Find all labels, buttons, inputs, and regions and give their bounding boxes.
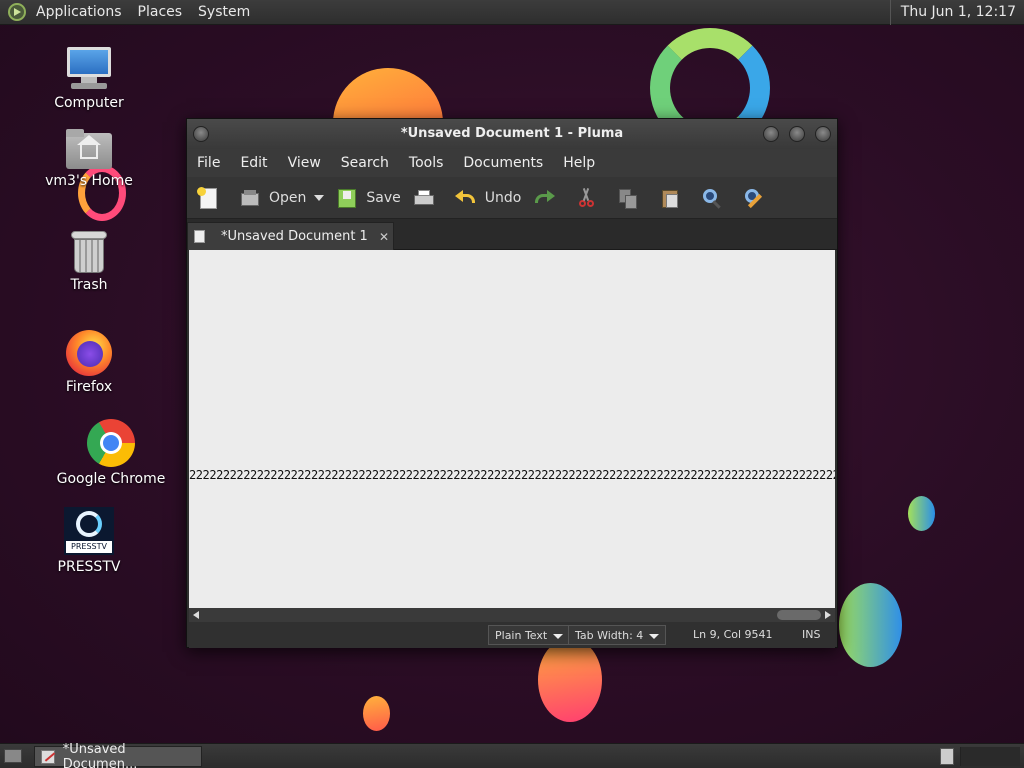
pluma-window: *Unsaved Document 1 - Pluma File Edit Vi… xyxy=(186,118,838,648)
scroll-right-icon[interactable] xyxy=(825,611,831,619)
tab-width-selector[interactable]: Tab Width: 4 xyxy=(568,625,667,645)
menu-documents[interactable]: Documents xyxy=(453,155,553,171)
desktop-icon-label: Computer xyxy=(54,95,124,111)
text-editor-icon xyxy=(41,749,56,764)
redo-button xyxy=(533,187,563,209)
find-replace-icon xyxy=(743,187,765,209)
decor-small-blob xyxy=(908,496,935,531)
home-folder-icon xyxy=(66,129,112,169)
desktop-icon-chrome[interactable]: Google Chrome xyxy=(56,419,166,487)
text-editor[interactable]: 2222222222222222222222222222222222222222… xyxy=(189,250,835,608)
desktop-icon-home[interactable]: vm3's Home xyxy=(34,129,144,189)
window-titlebar[interactable]: *Unsaved Document 1 - Pluma xyxy=(187,119,837,149)
desktop-icon-firefox[interactable]: Firefox xyxy=(34,327,144,395)
maximize-button[interactable] xyxy=(789,126,805,142)
desktop-icon-label: PRESSTV xyxy=(57,559,121,575)
open-label: Open xyxy=(269,189,307,206)
firefox-icon xyxy=(65,327,113,376)
statusbar: Plain Text Tab Width: 4 Ln 9, Col 9541 I… xyxy=(189,622,835,648)
tab-close-icon[interactable]: ✕ xyxy=(379,230,389,244)
find-button[interactable] xyxy=(701,187,731,209)
menubar: File Edit View Search Tools Documents He… xyxy=(187,149,837,177)
panel-clock[interactable]: Thu Jun 1, 12:17 xyxy=(889,0,1020,25)
presstv-icon: PRESSTV xyxy=(64,507,114,555)
window-title: *Unsaved Document 1 - Pluma xyxy=(400,126,624,141)
open-recent-dropdown[interactable] xyxy=(314,194,325,201)
decor-pink-blob xyxy=(538,638,602,722)
undo-button[interactable]: Undo xyxy=(454,187,522,209)
cut-button xyxy=(575,187,605,209)
menu-places[interactable]: Places xyxy=(130,0,191,25)
printer-icon xyxy=(413,187,435,209)
editor-text-line: 2222222222222222222222222222222222222222… xyxy=(189,468,835,482)
copy-icon xyxy=(617,187,639,209)
menu-tools[interactable]: Tools xyxy=(399,155,454,171)
horizontal-scrollbar[interactable] xyxy=(189,608,835,622)
save-label: Save xyxy=(366,189,401,206)
menu-view[interactable]: View xyxy=(278,155,331,171)
search-icon xyxy=(701,187,723,209)
paste-clipboard-icon xyxy=(659,187,681,209)
menu-edit[interactable]: Edit xyxy=(230,155,277,171)
undo-label: Undo xyxy=(484,189,522,206)
insert-mode: INS xyxy=(802,628,821,641)
trash-icon xyxy=(70,229,108,273)
chevron-down-icon xyxy=(314,194,325,201)
minimize-button[interactable] xyxy=(763,126,779,142)
menu-file[interactable]: File xyxy=(187,155,230,171)
computer-icon xyxy=(65,45,113,91)
workspace-switcher[interactable] xyxy=(940,748,954,765)
redo-arrow-icon xyxy=(533,187,556,209)
new-button[interactable] xyxy=(197,186,227,209)
save-button[interactable]: Save xyxy=(336,187,401,209)
save-icon xyxy=(336,187,358,209)
document-tabbar: *Unsaved Document 1 ✕ xyxy=(187,219,837,250)
desktop-icon-trash[interactable]: Trash xyxy=(34,229,144,293)
menu-search[interactable]: Search xyxy=(331,155,399,171)
menu-applications[interactable]: Applications xyxy=(28,0,130,25)
desktop-icon-label: Firefox xyxy=(65,379,113,395)
bottom-panel: *Unsaved Documen... xyxy=(0,742,1024,768)
taskbar-item-pluma[interactable]: *Unsaved Documen... xyxy=(34,742,202,768)
open-icon xyxy=(239,187,261,209)
chrome-icon xyxy=(87,419,135,467)
desktop-icon-label: Google Chrome xyxy=(56,471,166,487)
find-replace-button[interactable] xyxy=(743,187,773,209)
open-button[interactable]: Open xyxy=(239,187,306,209)
tab-label: *Unsaved Document 1 xyxy=(221,229,368,244)
mate-logo-icon[interactable] xyxy=(8,3,26,21)
taskbar-item-label: *Unsaved Documen... xyxy=(62,741,138,768)
copy-button xyxy=(617,187,647,209)
menu-system[interactable]: System xyxy=(190,0,258,25)
close-button[interactable] xyxy=(815,126,831,142)
language-label: Plain Text xyxy=(495,629,548,642)
menu-help[interactable]: Help xyxy=(553,155,605,171)
undo-arrow-icon xyxy=(454,187,477,209)
decor-green-blue-blob xyxy=(839,583,902,667)
decor-tiny-blob xyxy=(363,696,390,731)
toolbar: Open Save Undo xyxy=(187,177,837,219)
paste-button[interactable] xyxy=(659,187,689,209)
show-desktop-icon[interactable] xyxy=(4,749,22,763)
desktop-icon-presstv[interactable]: PRESSTV PRESSTV xyxy=(34,507,144,575)
scrollbar-thumb[interactable] xyxy=(777,610,821,620)
new-document-icon xyxy=(197,186,219,209)
desktop-icon-computer[interactable]: Computer xyxy=(34,45,144,111)
tab-width-label: Tab Width: 4 xyxy=(575,629,644,642)
tab-unsaved-document-1[interactable]: *Unsaved Document 1 ✕ xyxy=(187,222,394,250)
workspace-switcher-2[interactable] xyxy=(960,747,1020,766)
presstv-logo-text: PRESSTV xyxy=(66,541,112,553)
scroll-left-icon[interactable] xyxy=(193,611,199,619)
scissors-icon xyxy=(575,187,597,209)
desktop-icon-label: Trash xyxy=(70,277,108,293)
print-button[interactable] xyxy=(413,187,443,209)
text-document-icon xyxy=(194,230,205,243)
language-selector[interactable]: Plain Text xyxy=(488,625,571,645)
desktop-icon-label: vm3's Home xyxy=(45,173,133,189)
cursor-position: Ln 9, Col 9541 xyxy=(693,628,773,641)
window-menu-button[interactable] xyxy=(193,126,209,142)
top-panel: Applications Places System Thu Jun 1, 12… xyxy=(0,0,1024,25)
